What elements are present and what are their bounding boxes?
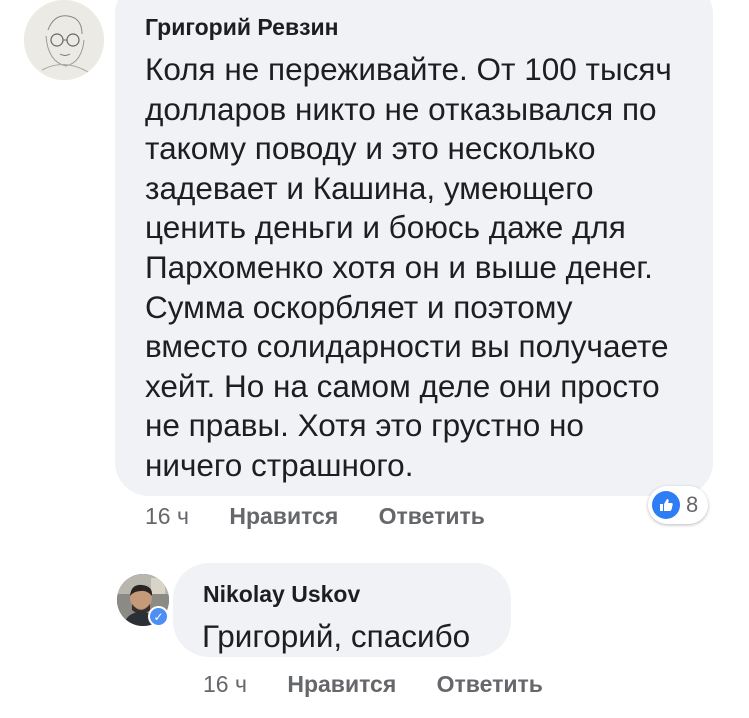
reply-reply-button[interactable]: Ответить [437, 671, 543, 697]
comment-meta: 16 ч Нравится Ответить [145, 503, 485, 530]
comment-line: Пархоменко хотя он и выше денег. [145, 248, 653, 285]
comment-text: Коля не переживайте. От 100 тысяч доллар… [145, 50, 672, 486]
comment-line: ценить деньги и боюсь даже для [145, 209, 626, 246]
comment-line: не правы. Хотя это грустно но [145, 407, 584, 444]
avatar-nikolay[interactable]: ✓ [117, 574, 169, 627]
like-button[interactable]: Нравится [229, 503, 338, 529]
reply-like-button[interactable]: Нравится [287, 671, 396, 697]
thumbs-up-icon [652, 491, 680, 519]
comment-line: Сумма оскорбляет и поэтому [145, 288, 573, 325]
comment-author[interactable]: Григорий Ревзин [145, 14, 339, 41]
comment-time[interactable]: 16 ч [145, 503, 189, 529]
comment-line: такому поводу и это несколько [145, 130, 596, 167]
avatar-grigory[interactable] [24, 0, 104, 80]
reaction-count: 8 [686, 492, 699, 517]
reply-button[interactable]: Ответить [379, 503, 485, 529]
verified-check-icon: ✓ [148, 606, 169, 627]
reply-text: Григорий, спасибо [202, 618, 471, 654]
reply-time[interactable]: 16 ч [203, 671, 247, 697]
reply-meta: 16 ч Нравится Ответить [203, 671, 543, 698]
reply-author[interactable]: Nikolay Uskov [203, 581, 360, 608]
sketch-portrait-icon [24, 0, 104, 80]
comment-line: вместо солидарности вы получаете [145, 328, 669, 365]
reaction-badge[interactable]: 8 [648, 486, 709, 524]
comment-line: ничего страшного. [145, 446, 414, 483]
comment-line: долларов никто не отказывался по [145, 90, 657, 127]
comment-line: задевает и Кашина, умеющего [145, 169, 594, 206]
comment-line: Коля не переживайте. От 100 тысяч [145, 51, 672, 87]
comment-line: хейт. Но на самом деле они просто [145, 367, 660, 404]
